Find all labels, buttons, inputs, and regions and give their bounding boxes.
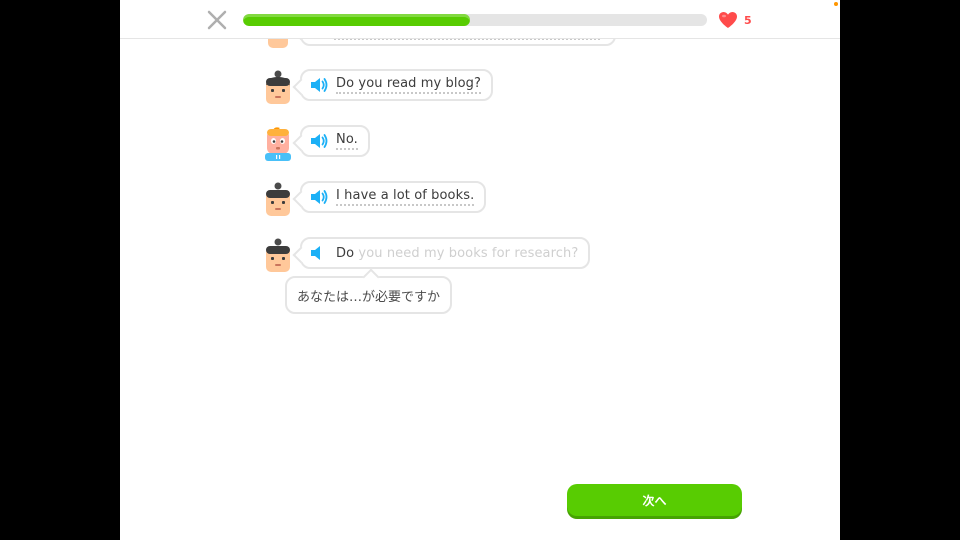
next-button[interactable]: 次へ bbox=[567, 484, 742, 516]
chat-text-pending: you need my books for research? bbox=[354, 245, 579, 261]
hearts-counter[interactable]: 5 bbox=[718, 10, 752, 30]
chat-text[interactable]: I have a lot of books. bbox=[336, 188, 475, 206]
man-avatar-icon bbox=[266, 70, 290, 104]
speaker-icon[interactable] bbox=[310, 189, 328, 205]
chat-bubble: No. bbox=[300, 125, 370, 157]
girl-avatar-icon bbox=[265, 127, 291, 161]
close-button[interactable] bbox=[206, 9, 228, 31]
chat-bubble-current: Do you need my books for research? bbox=[300, 237, 591, 269]
progress-bar bbox=[243, 14, 707, 26]
chat-text[interactable]: No. bbox=[336, 132, 358, 150]
close-icon bbox=[207, 10, 227, 30]
speaker-icon[interactable] bbox=[310, 77, 328, 93]
chat-text-spoken[interactable]: Do bbox=[336, 246, 354, 261]
man-avatar-icon bbox=[266, 238, 290, 272]
chat-bubble: I have a lot of books. bbox=[300, 181, 487, 213]
notification-dot bbox=[834, 2, 838, 6]
translation-tooltip: あなたは…が必要ですか bbox=[285, 276, 453, 314]
chat-text[interactable]: Do you read my blog? bbox=[336, 76, 481, 94]
speaker-icon[interactable] bbox=[310, 245, 328, 261]
lesson-app: 5 Do you read my blog? No. I have a lot … bbox=[120, 0, 840, 540]
tooltip-text: あなたは…が必要ですか bbox=[297, 289, 441, 305]
next-button-label: 次へ bbox=[642, 493, 667, 508]
lesson-header: 5 bbox=[120, 0, 840, 39]
progress-fill bbox=[243, 14, 471, 26]
screen-background: 5 Do you read my blog? No. I have a lot … bbox=[0, 0, 960, 540]
man-avatar-icon bbox=[266, 182, 290, 216]
chat-bubble: Do you read my blog? bbox=[300, 69, 493, 101]
speaker-icon[interactable] bbox=[310, 133, 328, 149]
heart-icon bbox=[719, 12, 737, 28]
hearts-count: 5 bbox=[744, 13, 752, 27]
